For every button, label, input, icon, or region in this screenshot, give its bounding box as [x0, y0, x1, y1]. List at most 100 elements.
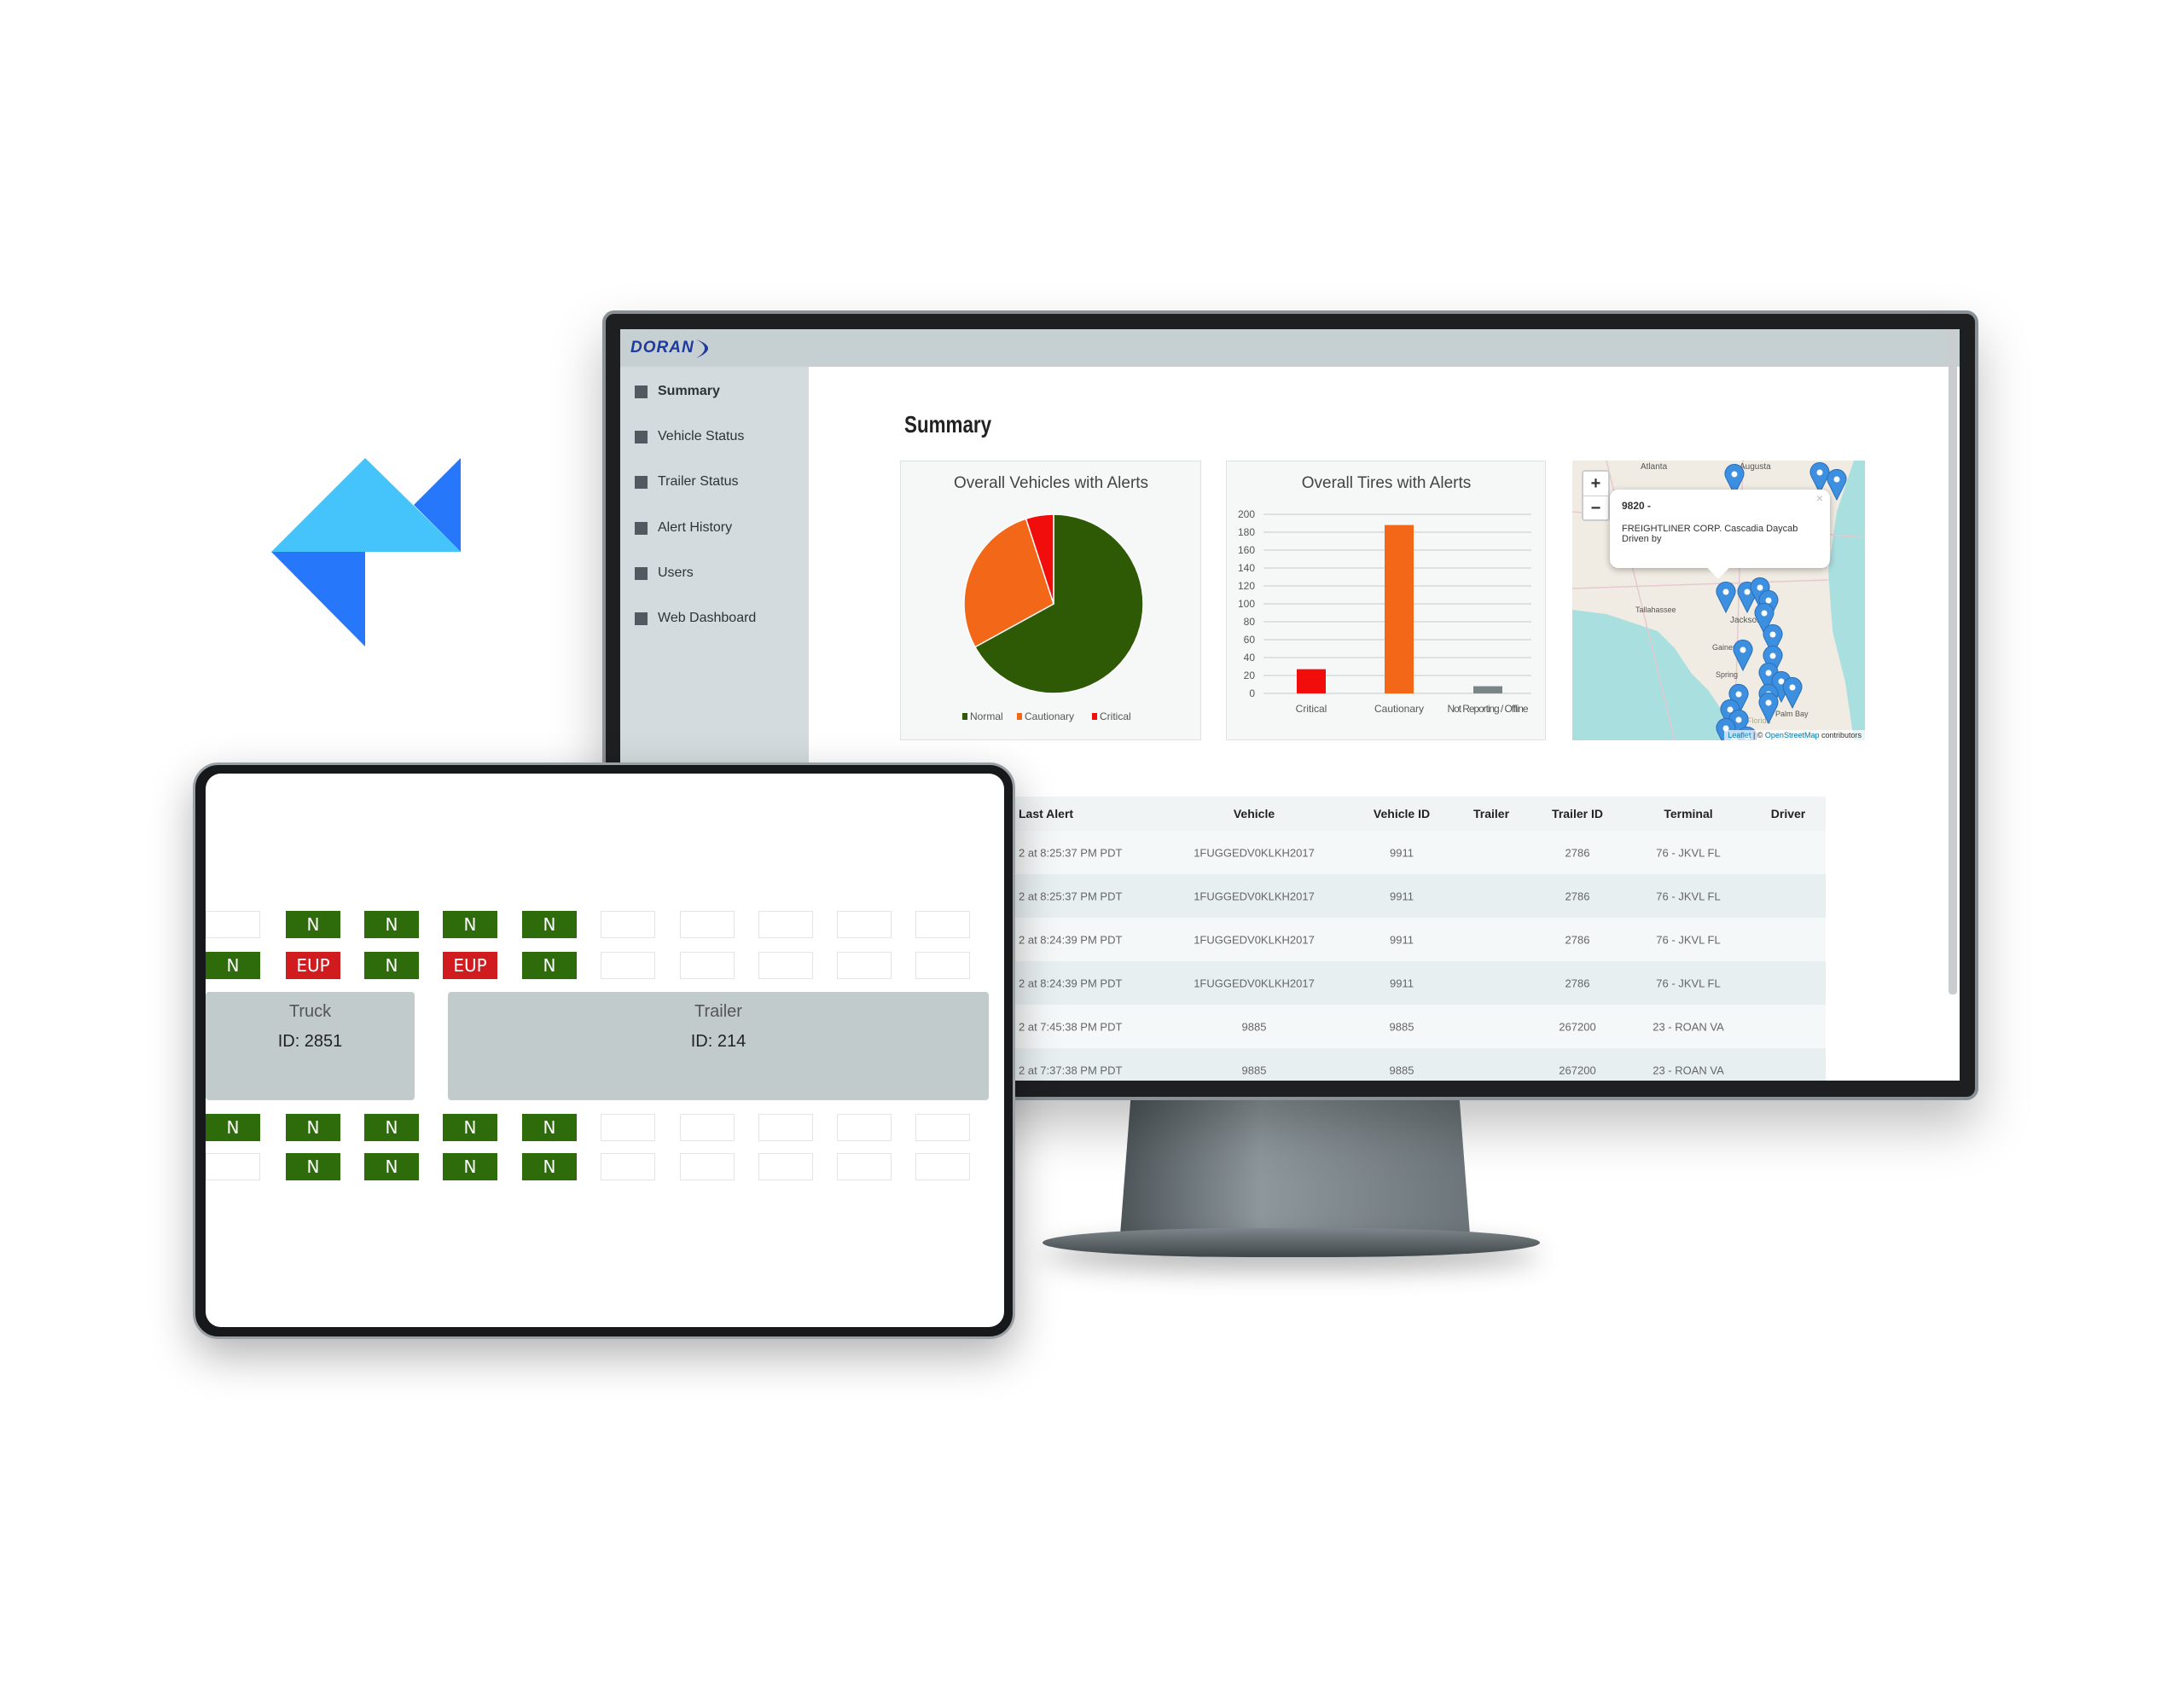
sidebar-item-trailer-status[interactable]: Trailer Status — [635, 474, 739, 490]
zoom-out-button[interactable]: − — [1583, 496, 1608, 520]
zoom-in-button[interactable]: + — [1583, 472, 1608, 496]
empty-tire-slot[interactable] — [915, 1153, 970, 1180]
sidebar-item-web-dashboard[interactable]: Web Dashboard — [635, 611, 756, 626]
table-cell: 2 at 8:25:37 PM PDT — [1019, 846, 1123, 859]
empty-tire-slot[interactable] — [915, 911, 970, 938]
page-scrollbar[interactable] — [1949, 329, 1957, 994]
legend-swatch — [1017, 713, 1022, 720]
tires-alerts-card: Overall Tires with Alerts 0 20 40 60 80 100 12… — [1226, 461, 1546, 740]
empty-tire-slot[interactable] — [680, 911, 735, 938]
tablet-screen: Truck ID: 2851 Trailer ID: 214 N N N N N EUP N… — [206, 774, 1004, 1327]
tire-status-tile[interactable]: N — [286, 1114, 340, 1141]
tire-status-tile[interactable]: N — [364, 1153, 419, 1180]
sidebar-item-vehicle-status[interactable]: Vehicle Status — [635, 429, 744, 444]
table-cell: 9885 — [1241, 1064, 1267, 1076]
tire-status-tile[interactable]: N — [206, 952, 260, 979]
table-cell: 2 at 8:24:39 PM PDT — [1019, 933, 1123, 946]
top-bar: DORAN — [620, 329, 1960, 367]
square-icon — [635, 385, 648, 398]
table-row[interactable]: 2 at 7:45:38 PM PDT 9885 9885 267200 23 - RO… — [1007, 1005, 1826, 1048]
map-label: Spring — [1716, 670, 1738, 679]
sidebar-item-label: Summary — [658, 384, 720, 398]
table-row[interactable]: 2 at 8:24:39 PM PDT 1FUGGEDV0KLKH2017 9911… — [1007, 961, 1826, 1005]
marker-dot — [1789, 684, 1796, 691]
column-header[interactable]: Last Alert — [1019, 807, 1073, 820]
marker-dot — [1761, 610, 1768, 617]
tire-status-tile[interactable]: N — [364, 911, 419, 938]
table-row[interactable]: 2 at 8:24:39 PM PDT 1FUGGEDV0KLKH2017 9911… — [1007, 918, 1826, 961]
empty-tire-slot[interactable] — [837, 952, 892, 979]
tire-status-tile[interactable]: N — [522, 952, 577, 979]
tire-status-tile[interactable]: N — [443, 911, 497, 938]
y-tick-label: 180 — [1238, 526, 1255, 538]
zoom-control: + − — [1582, 470, 1610, 521]
table-row[interactable]: 2 at 8:25:37 PM PDT 1FUGGEDV0KLKH2017 9911… — [1007, 831, 1826, 874]
legend-label: Cautionary — [1025, 710, 1074, 722]
legend-label: Critical — [1100, 710, 1131, 722]
tire-status-tile[interactable]: EUP — [286, 952, 340, 979]
truck-id: ID: 2851 — [277, 1032, 343, 1051]
column-header[interactable]: Terminal — [1664, 807, 1712, 820]
legend-label: Normal — [970, 710, 1003, 722]
empty-tire-slot[interactable] — [758, 911, 813, 938]
empty-tire-slot[interactable] — [680, 1153, 735, 1180]
bar-critical[interactable] — [1297, 669, 1326, 693]
sidebar-item-summary[interactable]: Summary — [635, 384, 720, 399]
sidebar-item-users[interactable]: Users — [635, 565, 694, 581]
column-header[interactable]: Trailer — [1473, 807, 1509, 820]
empty-tire-slot[interactable] — [915, 952, 970, 979]
tire-status-tile[interactable]: N — [522, 911, 577, 938]
brand-fish-logo — [271, 458, 461, 646]
tire-status-tile[interactable]: N — [206, 1114, 260, 1141]
empty-tire-slot[interactable] — [206, 911, 260, 938]
column-header[interactable]: Trailer ID — [1552, 807, 1603, 820]
empty-tire-slot[interactable] — [601, 952, 655, 979]
square-icon — [635, 521, 648, 535]
doran-logo[interactable]: DORAN — [630, 336, 718, 360]
empty-tire-slot[interactable] — [837, 1114, 892, 1141]
table-row[interactable]: 2 at 7:37:38 PM PDT 9885 9885 267200 23 - RO… — [1007, 1048, 1826, 1081]
tire-status-tile[interactable]: N — [364, 952, 419, 979]
tire-status-tile[interactable]: N — [443, 1153, 497, 1180]
table-row[interactable]: 2 at 8:25:37 PM PDT 1FUGGEDV0KLKH2017 9911… — [1007, 874, 1826, 918]
empty-tire-slot[interactable] — [915, 1114, 970, 1141]
empty-tire-slot[interactable] — [601, 911, 655, 938]
tire-status-tile[interactable]: EUP — [443, 952, 497, 979]
table-cell: 1FUGGEDV0KLKH2017 — [1194, 846, 1315, 859]
tire-status-tile[interactable]: N — [522, 1153, 577, 1180]
empty-tire-slot[interactable] — [601, 1114, 655, 1141]
y-tick-label: 200 — [1238, 508, 1255, 520]
y-tick-label: 140 — [1238, 562, 1255, 574]
empty-tire-slot[interactable] — [601, 1153, 655, 1180]
tire-status-tile[interactable]: N — [443, 1114, 497, 1141]
column-header[interactable]: Vehicle — [1234, 807, 1275, 820]
bar-not[interactable] — [1473, 686, 1502, 693]
monitor-stand-neck — [1120, 1099, 1470, 1235]
sidebar-item-alert-history[interactable]: Alert History — [635, 520, 732, 536]
empty-tire-slot[interactable] — [680, 1114, 735, 1141]
tire-status-tile[interactable]: N — [286, 911, 340, 938]
leaflet-link[interactable]: Leaflet — [1728, 731, 1751, 739]
bar-cautionary[interactable] — [1385, 525, 1414, 693]
tire-status-tile[interactable]: N — [522, 1114, 577, 1141]
column-header[interactable]: Driver — [1771, 807, 1805, 820]
table-cell: 23 - ROAN VA — [1653, 1064, 1724, 1076]
tire-status-tile[interactable]: N — [364, 1114, 419, 1141]
empty-tire-slot[interactable] — [758, 1153, 813, 1180]
vehicle-map[interactable]: Atlanta Augusta Tallahassee Jackson Gain… — [1572, 461, 1865, 740]
trailer-box[interactable]: Trailer ID: 214 — [448, 992, 989, 1100]
popup-close-icon[interactable]: × — [1816, 491, 1823, 505]
empty-tire-slot[interactable] — [758, 1114, 813, 1141]
empty-tire-slot[interactable] — [206, 1153, 260, 1180]
truck-box[interactable]: Truck ID: 2851 — [206, 992, 415, 1100]
empty-tire-slot[interactable] — [758, 952, 813, 979]
table-header: Last Alert Vehicle Vehicle ID Trailer Traile… — [1007, 797, 1826, 831]
empty-tire-slot[interactable] — [680, 952, 735, 979]
vehicles-alerts-card: Overall Vehicles with Alerts Normal Cauti… — [900, 461, 1201, 740]
tire-status-tile[interactable]: N — [286, 1153, 340, 1180]
column-header[interactable]: Vehicle ID — [1374, 807, 1430, 820]
empty-tire-slot[interactable] — [837, 1153, 892, 1180]
empty-tire-slot[interactable] — [837, 911, 892, 938]
table-cell: 9911 — [1390, 933, 1414, 946]
osm-link[interactable]: OpenStreetMap — [1765, 731, 1820, 739]
